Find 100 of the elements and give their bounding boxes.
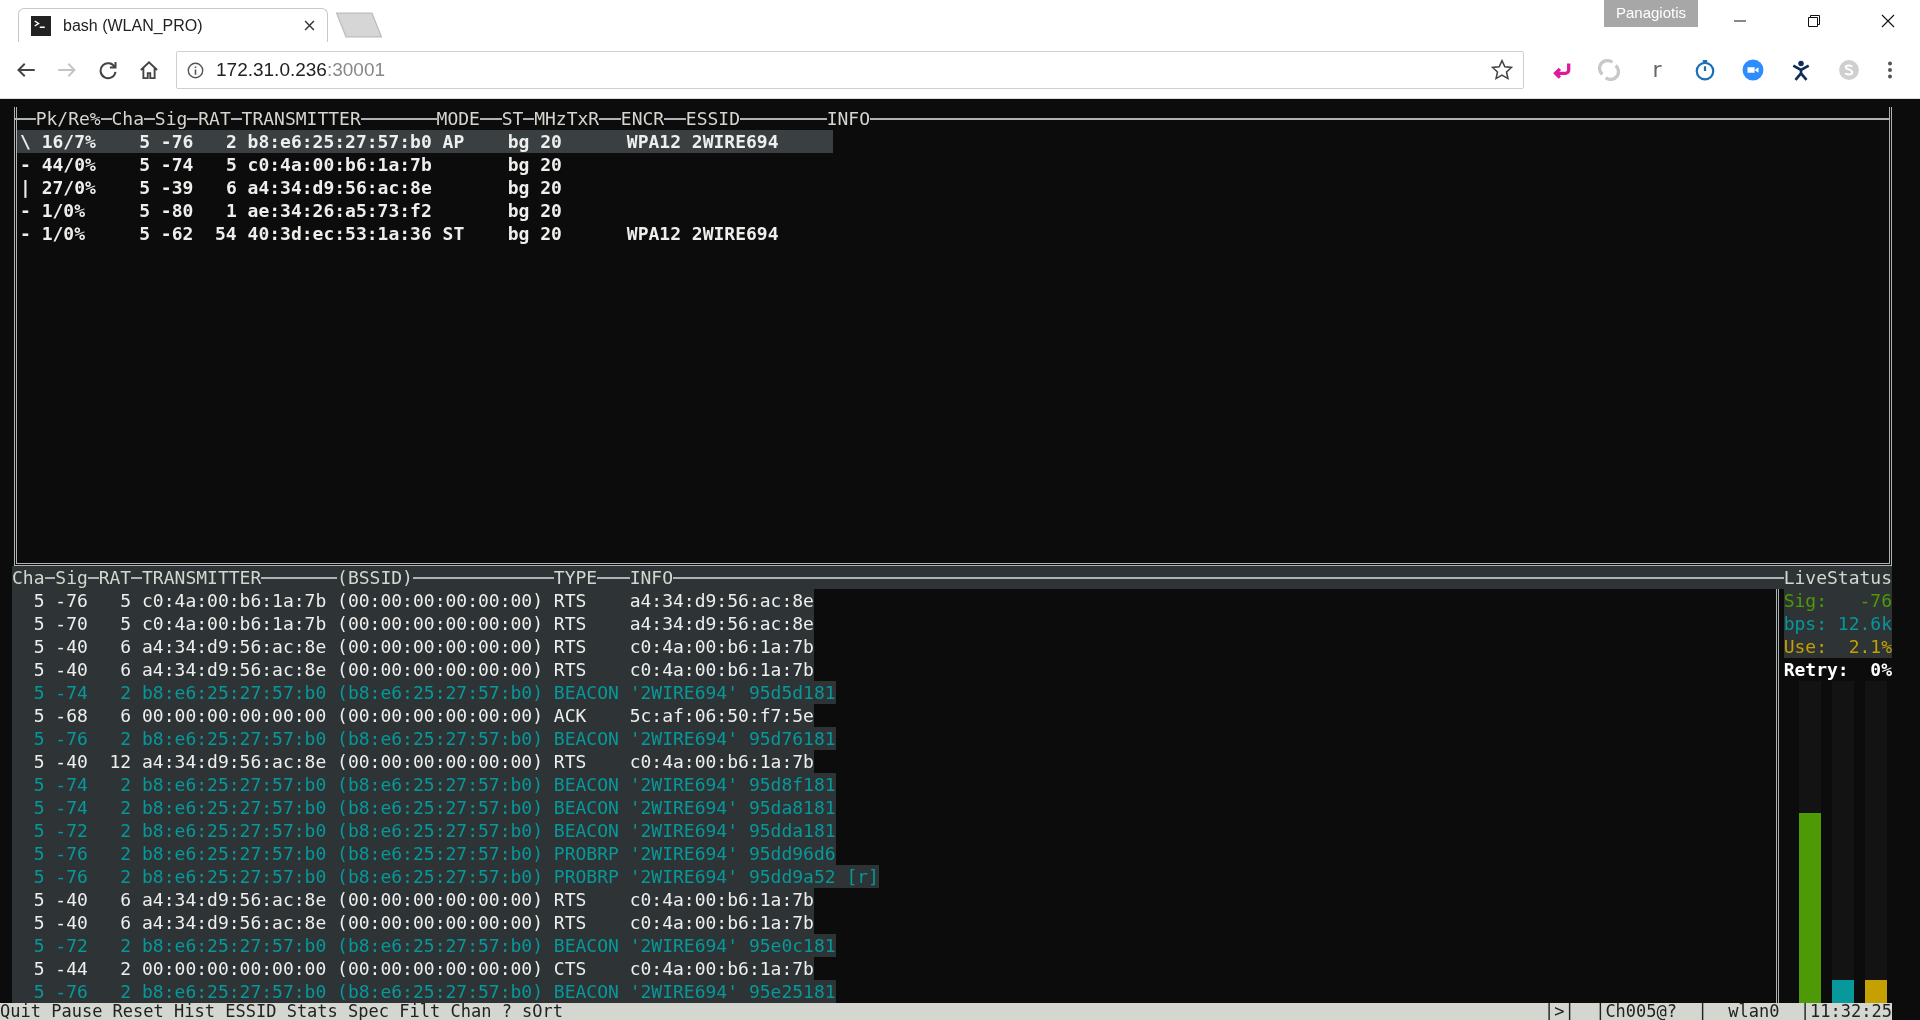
table-cell: 40:3d:ec:53:1a:36 bbox=[247, 223, 432, 244]
browser-tab[interactable]: bash (WLAN_PRO) bbox=[18, 8, 328, 42]
key-hint[interactable]: Stats bbox=[286, 1003, 338, 1020]
key-hint[interactable]: ESSID bbox=[225, 1003, 277, 1020]
table-cell: 5 bbox=[139, 200, 151, 221]
figure-icon[interactable] bbox=[1790, 59, 1812, 81]
table-cell: '2WIRE694' 95dd9a52 [r] bbox=[629, 866, 879, 887]
table-cell: (b8:e6:25:27:57:b0) bbox=[337, 797, 543, 818]
table-cell: (b8:e6:25:27:57:b0) bbox=[337, 774, 543, 795]
table-cell: '2WIRE694' 95dda181 bbox=[629, 820, 836, 841]
table-cell: 20 bbox=[540, 223, 562, 244]
column-header: RAT bbox=[198, 107, 231, 130]
table-cell: AP bbox=[442, 131, 465, 152]
tab-title: bash (WLAN_PRO) bbox=[63, 16, 204, 35]
table-cell: 2 bbox=[120, 728, 132, 749]
table-cell: ACK bbox=[553, 705, 587, 726]
table-cell: RTS bbox=[553, 659, 587, 680]
key-hint[interactable]: Pause bbox=[51, 1003, 103, 1020]
menu-icon[interactable] bbox=[1886, 59, 1894, 81]
table-cell: 44/0% bbox=[41, 154, 96, 175]
column-header: Sig bbox=[154, 107, 188, 130]
metric-value: 12.6k bbox=[1837, 612, 1892, 635]
key-hint[interactable]: Quit bbox=[0, 1003, 41, 1020]
metric-value: 0% bbox=[1870, 658, 1892, 681]
table-cell: 5 bbox=[33, 590, 45, 611]
table-cell: RTS bbox=[553, 889, 587, 910]
table-cell: BEACON bbox=[553, 981, 619, 1002]
station-row[interactable]: - 1/0% 5 -80 1 ae:34:26:a5:73:f2 bg 20 bbox=[17, 199, 833, 222]
table-cell: -76 bbox=[55, 728, 88, 749]
table-cell: 6 bbox=[120, 912, 132, 933]
key-hint[interactable]: Hist bbox=[174, 1003, 215, 1020]
table-cell: BEACON bbox=[553, 820, 619, 841]
table-cell: ae:34:26:a5:73:f2 bbox=[247, 200, 432, 221]
table-cell: 2 bbox=[120, 866, 132, 887]
metric-label: bps: bbox=[1783, 612, 1827, 635]
info-icon[interactable] bbox=[187, 61, 204, 79]
address-field[interactable]: 172.31.0.236:30001 bbox=[176, 51, 1524, 89]
table-cell: bg bbox=[507, 200, 530, 221]
station-row[interactable]: \ 16/7% 5 -76 2 b8:e6:25:27:57:b0 AP bg 20 WPA12 2WIRE694 bbox=[17, 130, 833, 153]
key-hint[interactable]: Reset bbox=[112, 1003, 164, 1020]
table-cell: 5 bbox=[225, 154, 237, 175]
metric-value: -76 bbox=[1859, 589, 1892, 612]
star-icon[interactable] bbox=[1491, 59, 1513, 81]
table-cell: RTS bbox=[553, 636, 587, 657]
table-cell: 5 bbox=[33, 659, 45, 680]
table-cell: 20 bbox=[540, 154, 562, 175]
column-header: Cha bbox=[111, 107, 145, 130]
key-hint[interactable]: Spec bbox=[348, 1003, 389, 1020]
table-cell: -40 bbox=[55, 912, 88, 933]
station-row[interactable]: | 27/0% 5 -39 6 a4:34:d9:56:ac:8e bg 20 bbox=[17, 176, 833, 199]
stopwatch-icon[interactable] bbox=[1694, 59, 1716, 81]
restore-icon[interactable] bbox=[1807, 14, 1821, 28]
column-header: TYPE bbox=[553, 566, 598, 589]
table-cell: b8:e6:25:27:57:b0 bbox=[142, 774, 327, 795]
column-header: INFO bbox=[826, 107, 871, 130]
table-cell: 12 bbox=[109, 751, 132, 772]
metric-label: Sig: bbox=[1783, 589, 1827, 612]
table-cell: 1/0% bbox=[41, 223, 86, 244]
column-header: (BSSID) bbox=[337, 566, 413, 589]
table-cell: 6 bbox=[120, 705, 132, 726]
table-cell: BEACON bbox=[553, 797, 619, 818]
table-cell: -62 bbox=[160, 223, 194, 244]
table-cell: 5 bbox=[33, 958, 45, 979]
key-hint[interactable]: Filt bbox=[399, 1003, 441, 1020]
table-cell: 6 bbox=[120, 636, 132, 657]
close-icon[interactable] bbox=[1881, 14, 1895, 28]
table-cell: BEACON bbox=[553, 774, 619, 795]
key-hint[interactable]: sOrt bbox=[522, 1003, 564, 1020]
column-header: RAT bbox=[98, 566, 132, 589]
table-cell: bg bbox=[507, 223, 530, 244]
table-cell: 5 bbox=[33, 636, 45, 657]
reload-icon[interactable] bbox=[98, 60, 118, 80]
table-cell: RTS bbox=[553, 912, 587, 933]
column-header: TxR bbox=[566, 107, 600, 130]
key-hint[interactable]: ? bbox=[501, 1003, 512, 1020]
table-cell: b8:e6:25:27:57:b0 bbox=[247, 131, 432, 152]
table-cell: 5 bbox=[139, 223, 151, 244]
table-cell: 5 bbox=[33, 797, 45, 818]
home-icon[interactable] bbox=[139, 60, 159, 80]
station-row[interactable]: - 44/0% 5 -74 5 c0:4a:00:b6:1a:7b bg 20 bbox=[17, 153, 833, 176]
key-hint[interactable]: Chan bbox=[450, 1003, 492, 1020]
table-cell: c0:4a:00:b6:1a:7b bbox=[142, 613, 327, 634]
letter-icon[interactable]: r bbox=[1646, 59, 1668, 81]
terminal-icon bbox=[31, 15, 51, 36]
table-cell: 2 bbox=[120, 981, 132, 1002]
table-cell: -76 bbox=[55, 866, 88, 887]
video-camera-icon[interactable] bbox=[1742, 59, 1764, 81]
table-cell: c0:4a:00:b6:1a:7b bbox=[629, 659, 814, 680]
table-cell: (00:00:00:00:00:00) bbox=[337, 958, 543, 979]
table-cell: a4:34:d9:56:ac:8e bbox=[142, 636, 327, 657]
table-cell: b8:e6:25:27:57:b0 bbox=[142, 935, 327, 956]
table-cell: '2WIRE694' 95e0c181 bbox=[629, 935, 836, 956]
table-cell: -68 bbox=[55, 705, 88, 726]
table-cell: a4:34:d9:56:ac:8e bbox=[247, 177, 432, 198]
table-cell: 5 bbox=[33, 728, 45, 749]
table-cell: 5 bbox=[33, 774, 45, 795]
close-icon[interactable] bbox=[304, 20, 315, 31]
table-cell: 2 bbox=[120, 958, 132, 979]
station-row[interactable]: - 1/0% 5 -62 54 40:3d:ec:53:1a:36 ST bg 20 WPA12 2WIRE694 bbox=[17, 222, 833, 245]
table-cell: -70 bbox=[55, 613, 88, 634]
